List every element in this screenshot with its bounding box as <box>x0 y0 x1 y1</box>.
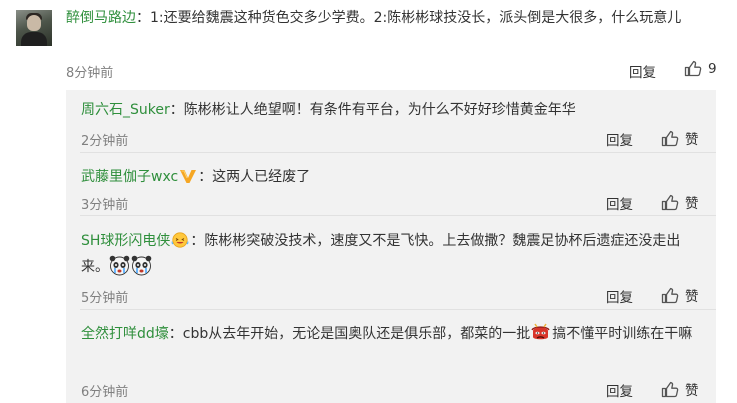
reply-text: SH球形闪电侠 ：陈彬彬突破没技术，速度又不是飞快。上去做撒？魏震足协杯后遗症还没… <box>81 228 701 280</box>
thumbs-up-icon <box>684 60 702 77</box>
like-label: 赞 <box>685 196 699 212</box>
thumbs-up-icon <box>661 381 679 398</box>
like-label: 赞 <box>685 132 699 148</box>
thumbs-up-icon <box>661 130 679 147</box>
reply-button[interactable]: 回复 <box>606 286 633 306</box>
root-comment-time: 8分钟前 <box>66 66 114 81</box>
reply-content: ：陈彬彬让人绝望啊！有条件有平台，为什么不好好珍惜黄金年华 <box>169 102 576 118</box>
root-reply-button[interactable]: 回复 <box>629 61 656 81</box>
user-avatar[interactable] <box>16 10 52 46</box>
reply-time: 6分钟前 <box>81 385 129 400</box>
reply-item: 全然打咩dd壕：cbb从去年开始，无论是国奥队还是俱乐部，都菜的一批 搞不懂平时训… <box>66 310 716 403</box>
reply-content-continued: 搞不懂平时训练在干嘛 <box>552 326 693 342</box>
reply-button[interactable]: 回复 <box>606 129 633 149</box>
like-label: 赞 <box>685 289 699 305</box>
like-button[interactable]: 赞 <box>661 285 699 305</box>
red-angry-face-emoji-icon <box>530 322 551 343</box>
like-button[interactable]: 赞 <box>661 192 699 212</box>
root-comment-username[interactable]: 醉倒马路边 <box>66 10 136 26</box>
reply-content: ：cbb从去年开始，无论是国奥队还是俱乐部，都菜的一批 <box>168 326 531 342</box>
reply-button[interactable]: 回复 <box>606 193 633 213</box>
reply-text: 周六石_Suker：陈彬彬让人绝望啊！有条件有平台，为什么不好好珍惜黄金年华 <box>81 97 701 123</box>
laughing-face-badge-icon <box>171 231 189 248</box>
root-comment-content: ：1:还要给魏震这种货色交多少学费。2:陈彬彬球技没长，派头倒是大很多，什么玩意… <box>136 10 682 26</box>
root-like-count: 9 <box>708 60 717 77</box>
root-like-button[interactable]: 9 <box>684 60 717 77</box>
reply-item: 周六石_Suker：陈彬彬让人绝望啊！有条件有平台，为什么不好好珍惜黄金年华 2… <box>66 90 716 153</box>
reply-text: 全然打咩dd壕：cbb从去年开始，无论是国奥队还是俱乐部，都菜的一批 搞不懂平时训… <box>81 321 701 347</box>
like-label: 赞 <box>685 383 699 399</box>
root-comment-text: 醉倒马路边：1:还要给魏震这种货色交多少学费。2:陈彬彬球技没长，派头倒是大很多… <box>66 6 716 31</box>
reply-username[interactable]: 周六石_Suker <box>81 102 170 118</box>
reply-time: 5分钟前 <box>81 291 129 306</box>
reply-username[interactable]: SH球形闪电侠 <box>81 233 170 249</box>
root-comment: 醉倒马路边：1:还要给魏震这种货色交多少学费。2:陈彬彬球技没长，派头倒是大很多… <box>0 0 737 90</box>
reply-username[interactable]: 武藤里伽子wxc <box>81 169 178 185</box>
reply-item: SH球形闪电侠 ：陈彬彬突破没技术，速度又不是飞快。上去做撒？魏震足协杯后遗症还没… <box>66 216 716 310</box>
reply-time: 2分钟前 <box>81 134 129 149</box>
reply-content: ：这两人已经废了 <box>198 169 311 185</box>
reply-item: 武藤里伽子wxc ：这两人已经废了 3分钟前 回复 赞 <box>66 153 716 216</box>
reply-button[interactable]: 回复 <box>606 380 633 400</box>
reply-text: 武藤里伽子wxc ：这两人已经废了 <box>81 164 701 190</box>
replies-panel: 周六石_Suker：陈彬彬让人绝望啊！有条件有平台，为什么不好好珍惜黄金年华 2… <box>66 90 716 403</box>
thumbs-up-icon <box>661 287 679 304</box>
panda-crying-emoji-icon <box>131 255 152 276</box>
vip-v-badge-icon <box>179 167 197 183</box>
like-button[interactable]: 赞 <box>661 379 699 399</box>
reply-username[interactable]: 全然打咩dd壕 <box>81 326 169 342</box>
reply-time: 3分钟前 <box>81 198 129 213</box>
thumbs-up-icon <box>661 194 679 211</box>
like-button[interactable]: 赞 <box>661 128 699 148</box>
panda-crying-emoji-icon <box>109 255 130 276</box>
